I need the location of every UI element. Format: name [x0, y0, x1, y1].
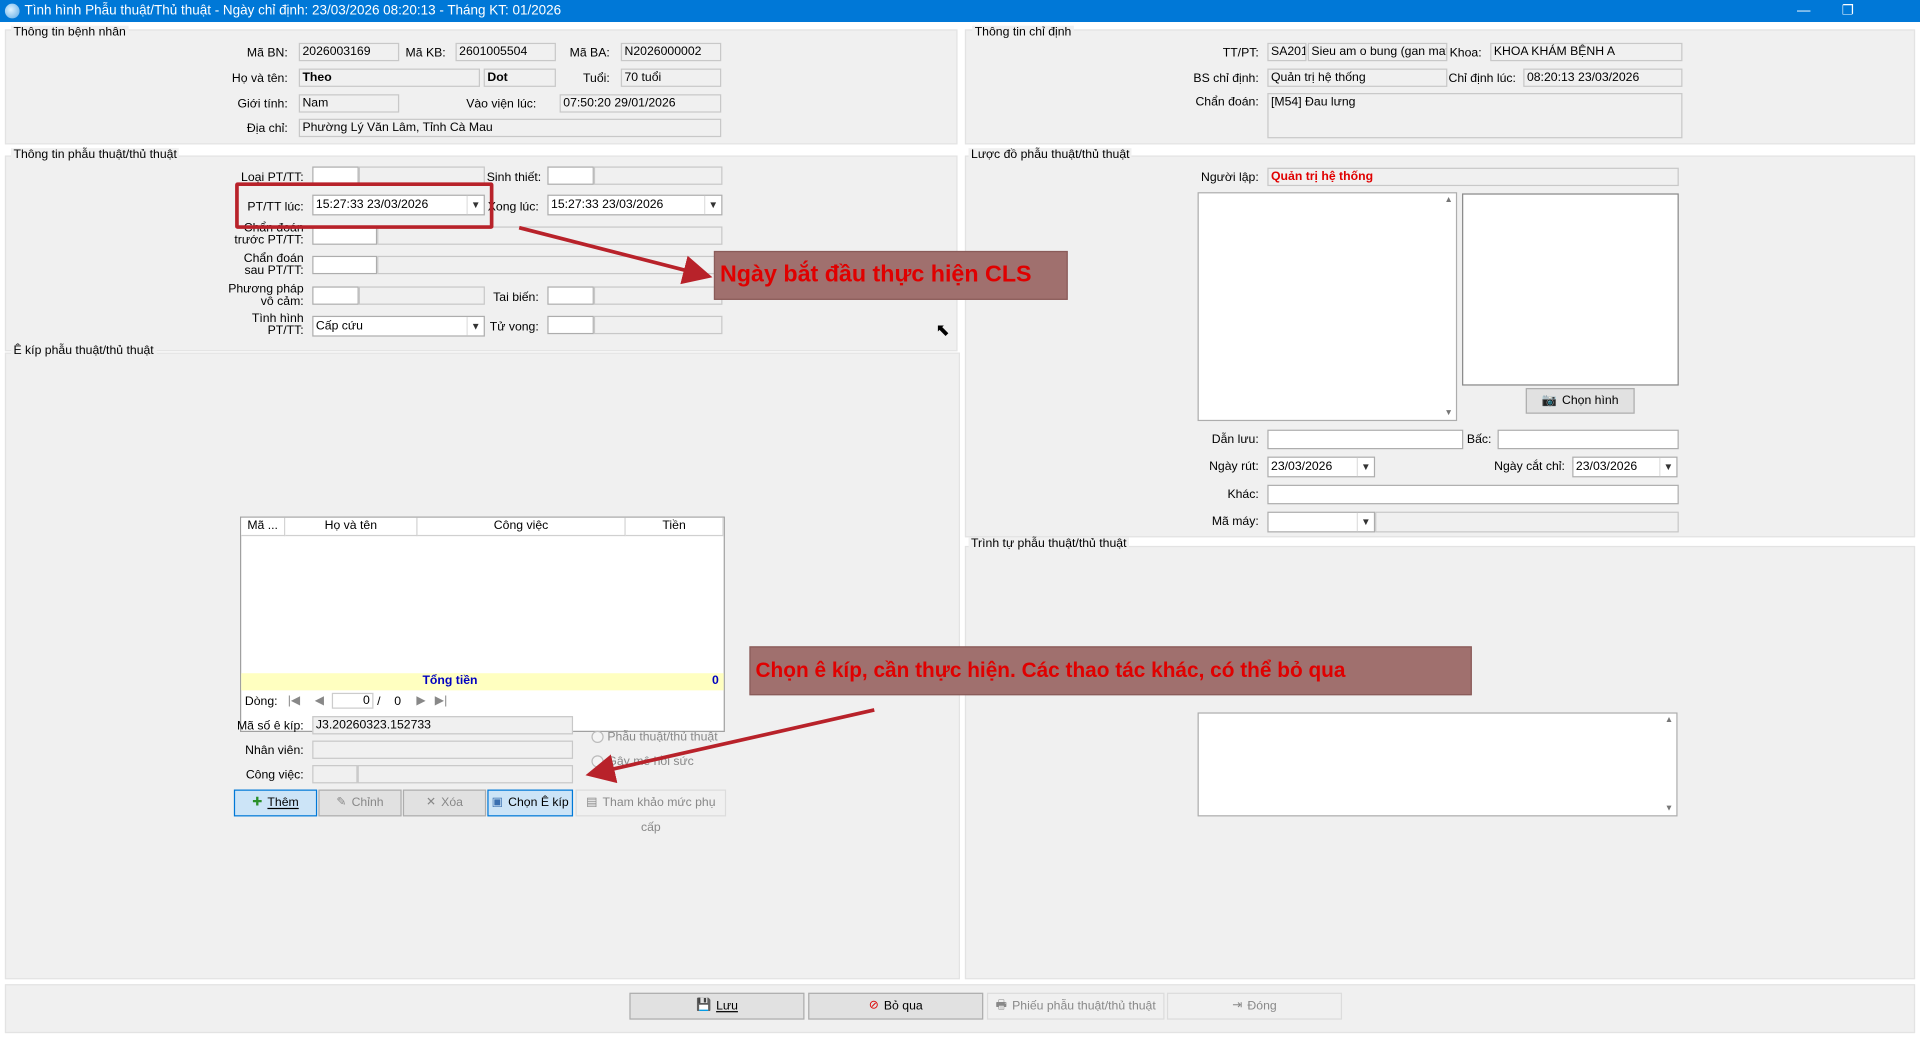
mouse-cursor-icon: ⬉: [935, 319, 950, 340]
arrow-to-callout-1: [518, 225, 713, 285]
title-bar: Tình hình Phẫu thuật/Thủ thuật - Ngày ch…: [0, 0, 1920, 23]
window-title: Tình hình Phẫu thuật/Thủ thuật - Ngày ch…: [24, 3, 562, 19]
arrow-to-chon-ekip: [585, 708, 875, 784]
screen: Tình hình Phẫu thuật/Thủ thuật - Ngày ch…: [0, 0, 1920, 1038]
app-icon: [4, 3, 20, 19]
form-content: Thông tin bệnh nhân Mã BN: 2026003169 Mã…: [0, 22, 1920, 1038]
restore-button[interactable]: ❐: [1829, 0, 1866, 22]
annotation-arrows: [518, 225, 875, 784]
minimize-button[interactable]: —: [1785, 0, 1822, 22]
